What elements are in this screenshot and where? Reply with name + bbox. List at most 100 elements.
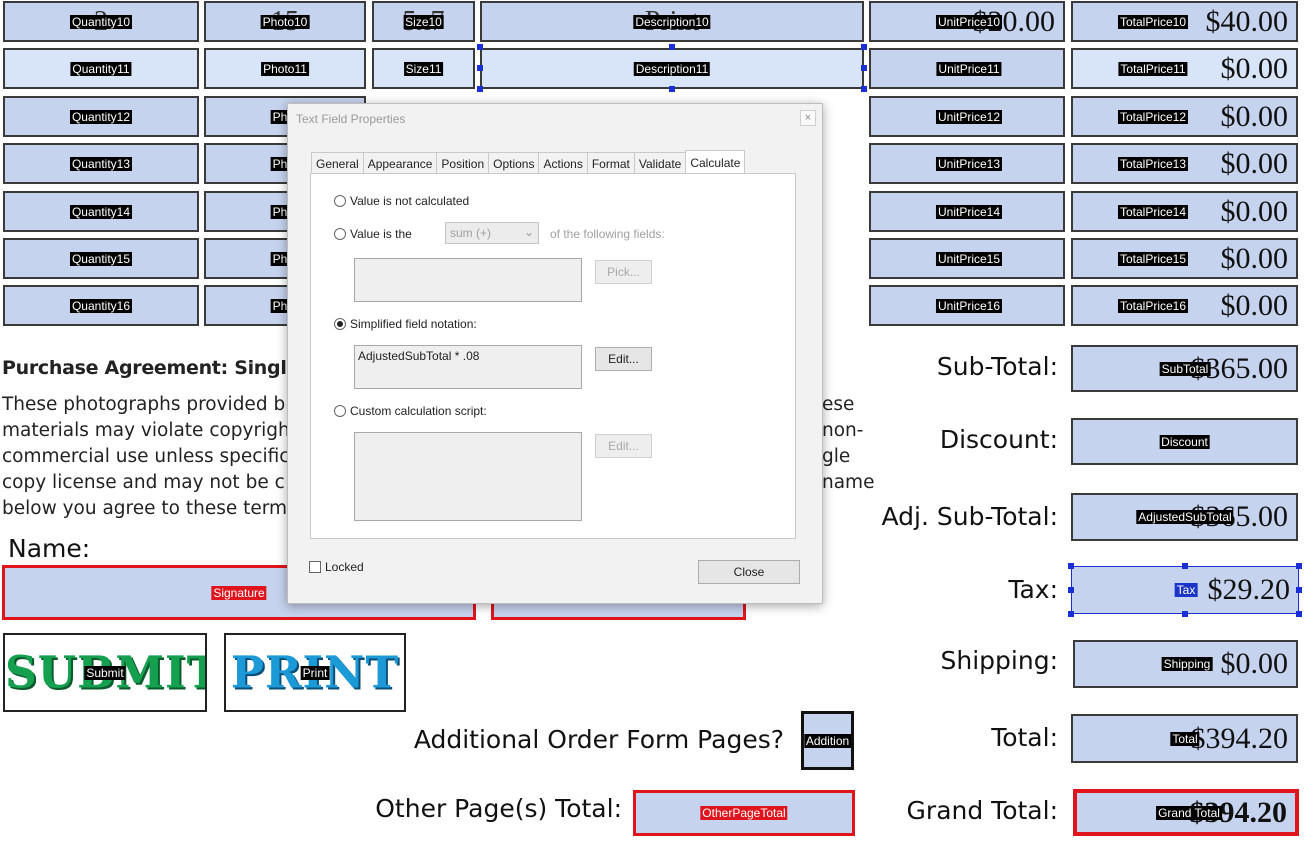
tab-format[interactable]: Format [586,152,634,174]
selection-handle[interactable] [477,65,483,71]
sum-select-value: sum (+) [450,226,492,240]
selection-handle[interactable] [861,65,867,71]
selection-handle[interactable] [1296,563,1302,569]
size-tag: Size10 [403,14,444,29]
submit-tag: Submit [84,665,126,680]
agreement-heading: Purchase Agreement: Single Co [2,357,332,379]
selection-handle[interactable] [1296,611,1302,617]
desc-field[interactable]: Description11 [480,48,864,89]
radio-value-is[interactable] [334,228,346,240]
selection-handle[interactable] [861,44,867,50]
qty-field[interactable]: Quantity13 [3,143,199,184]
qty-field[interactable]: Quantity16 [3,285,199,326]
adj-subtotal-field[interactable]: $365.00 AdjustedSubTotal [1071,493,1298,541]
tax-field[interactable]: $29.20 Tax [1071,566,1299,614]
tab-general[interactable]: General [311,152,363,174]
selection-handle[interactable] [477,86,483,92]
selection-handle[interactable] [1296,587,1302,593]
custom-script-box[interactable] [354,432,582,521]
text-field-properties-dialog: Text Field Properties × General Appearan… [287,103,823,604]
total-field[interactable]: $0.00 TotalPrice15 [1071,238,1298,279]
selection-handle[interactable] [669,44,675,50]
other-total-tag: OtherPageTotal [700,806,788,820]
fields-list[interactable] [354,258,582,302]
edit-simplified-button[interactable]: Edit... [595,347,652,371]
total-value: $0.00 [1220,51,1289,85]
size-field[interactable]: Size11 [372,48,475,89]
unit-field[interactable]: UnitPrice11 [869,48,1065,89]
total-field[interactable]: $394.20 Total [1071,714,1298,763]
total-field[interactable]: $0.00 TotalPrice14 [1071,191,1298,232]
tab-actions[interactable]: Actions [538,152,587,174]
subtotal-tag: SubTotal [1159,361,1211,376]
size-field[interactable]: 5x7Size10 [372,1,475,42]
adj-subtotal-tag: AdjustedSubTotal [1136,510,1234,524]
discount-field[interactable]: Discount [1071,418,1298,465]
photo-field[interactable]: Photo11 [204,48,366,89]
tab-appearance[interactable]: Appearance [362,152,437,174]
submit-button[interactable]: SUBMIT Submit [3,633,207,712]
total-tag: TotalPrice14 [1117,204,1189,219]
of-fields-label: of the following fields: [550,227,665,241]
unit-field[interactable]: UnitPrice15 [869,238,1065,279]
tab-calculate[interactable]: Calculate [685,150,746,174]
qty-field[interactable]: Quantity11 [3,48,199,89]
desc-tag: Description10 [633,14,711,29]
desc-field[interactable]: PrintDescription10 [480,1,864,42]
qty-tag: Quantity14 [69,204,133,219]
grand-total-field[interactable]: $394.20 Grand Total [1073,789,1299,836]
unit-field[interactable]: $20.00 UnitPrice10 [869,1,1065,42]
qty-field[interactable]: Quantity15 [3,238,199,279]
total-field[interactable]: $0.00 TotalPrice16 [1071,285,1298,326]
locked-checkbox[interactable] [309,561,321,573]
close-button[interactable]: Close [698,560,800,584]
tab-validate[interactable]: Validate [633,152,686,174]
selection-handle[interactable] [1068,611,1074,617]
selection-handle[interactable] [1068,563,1074,569]
total-field[interactable]: $0.00 TotalPrice12 [1071,96,1298,137]
unit-field[interactable]: UnitPrice13 [869,143,1065,184]
photo-field[interactable]: 15Photo10 [204,1,366,42]
selection-handle[interactable] [1182,611,1188,617]
qty-tag: Quantity16 [69,298,133,313]
sum-select[interactable]: sum (+) ⌄ [445,222,539,244]
grand-total-label: Grand Total: [906,796,1058,825]
selection-handle[interactable] [1182,563,1188,569]
subtotal-field[interactable]: $365.00 SubTotal [1071,345,1298,392]
print-button[interactable]: PRINT Print [224,633,406,712]
additional-pages-checkbox[interactable]: Addition [801,711,854,770]
total-field[interactable]: $0.00 TotalPrice13 [1071,143,1298,184]
total-value: $0.00 [1220,99,1289,133]
chevron-down-icon: ⌄ [523,225,534,239]
unit-field[interactable]: UnitPrice16 [869,285,1065,326]
qty-field[interactable]: 2Quantity10 [3,1,199,42]
pick-button[interactable]: Pick... [595,260,652,284]
other-page-total-field[interactable]: OtherPageTotal [633,790,855,836]
photo-tag: Photo10 [260,14,310,29]
shipping-tag: Shipping [1161,657,1213,671]
selection-handle[interactable] [1068,587,1074,593]
edit-custom-button[interactable]: Edit... [595,434,652,458]
selection-handle[interactable] [861,86,867,92]
qty-tag: Quantity11 [70,61,132,76]
simplified-notation-box[interactable]: AdjustedSubTotal * .08 [354,345,582,389]
radio-simplified[interactable] [334,318,346,330]
qty-field[interactable]: Quantity12 [3,96,199,137]
shipping-field[interactable]: $0.00 Shipping [1073,640,1298,688]
total-value: $40.00 [1205,4,1289,38]
tab-position[interactable]: Position [436,152,489,174]
total-field[interactable]: $0.00 TotalPrice11 [1071,48,1298,89]
additional-tag: Addition [803,733,852,748]
radio-not-calculated[interactable] [334,195,346,207]
selection-handle[interactable] [669,86,675,92]
size-tag: Size11 [403,61,444,76]
selection-handle[interactable] [477,44,483,50]
tab-options[interactable]: Options [488,152,539,174]
unit-field[interactable]: UnitPrice14 [869,191,1065,232]
radio-custom-script[interactable] [334,405,346,417]
close-icon[interactable]: × [800,110,816,126]
unit-field[interactable]: UnitPrice12 [869,96,1065,137]
locked-label: Locked [325,560,364,574]
total-field[interactable]: $40.00 TotalPrice10 [1071,1,1298,42]
qty-field[interactable]: Quantity14 [3,191,199,232]
